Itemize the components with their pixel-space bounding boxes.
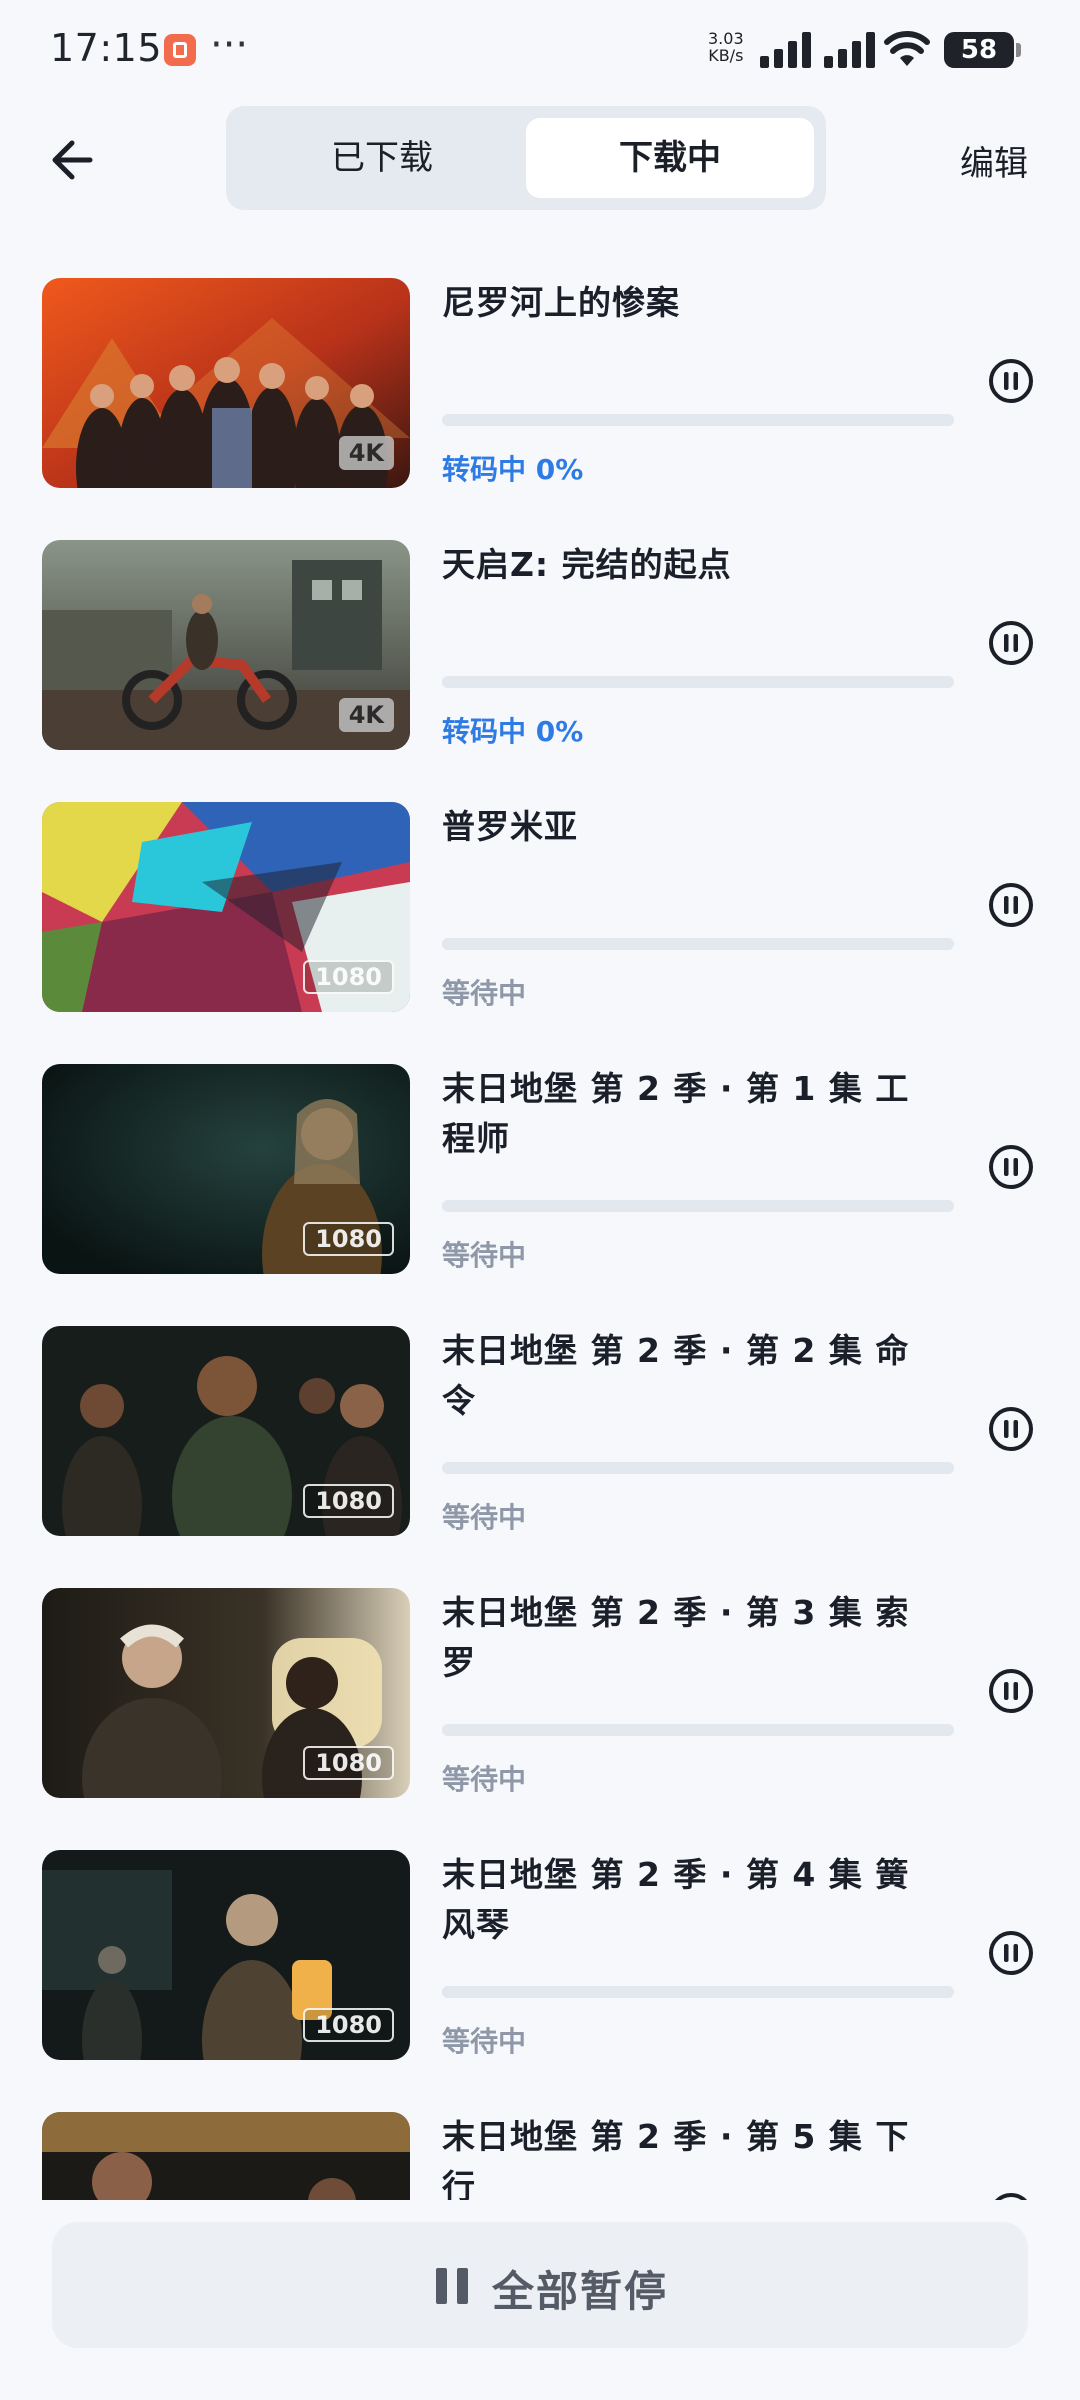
video-thumbnail: 4K [42,278,410,488]
pause-circle-icon[interactable] [988,1144,1034,1190]
back-arrow-icon[interactable] [44,130,104,190]
network-speed: 3.03 KB/s [708,30,744,64]
signal-icon-2 [824,32,875,68]
pause-circle-icon[interactable] [988,1406,1034,1452]
video-title: 末日地堡 第 2 季 · 第 2 集 命令 [442,1331,910,1420]
quality-badge: 1080 [303,2008,394,2042]
quality-badge: 1080 [303,1746,394,1780]
video-thumbnail: 1080 [42,802,410,1012]
video-title: 末日地堡 第 2 季 · 第 4 集 簧风琴 [442,1855,910,1944]
download-progress-bar [442,1200,954,1212]
list-item[interactable]: 1080 普罗米亚 等待中 [0,786,1080,1048]
pause-all-label: 全部暂停 [492,2267,669,2316]
download-status: 等待中 [442,1763,527,1796]
tab-downloaded[interactable]: 已下载 [238,118,526,198]
video-title: 普罗米亚 [442,807,578,846]
video-thumbnail: 1080 [42,1326,410,1536]
battery-icon: 58 [944,32,1021,68]
download-progress-bar [442,1724,954,1736]
download-progress-bar [442,1462,954,1474]
download-progress-bar [442,1986,954,1998]
pause-circle-icon[interactable] [988,882,1034,928]
pause-circle-icon[interactable] [988,1930,1034,1976]
tab-downloading[interactable]: 下载中 [526,118,814,198]
quality-badge: 1080 [303,1222,394,1256]
wifi-icon [884,31,930,66]
video-thumbnail: 4K [42,540,410,750]
list-item[interactable]: 1080 末日地堡 第 2 季 · 第 3 集 索罗 等待中 [0,1572,1080,1834]
download-status: 等待中 [442,2025,527,2058]
network-speed-unit: KB/s [708,46,744,65]
video-title: 尼罗河上的惨案 [442,283,680,322]
download-tabs: 已下载 下载中 [226,106,826,210]
video-thumbnail: 1080 [42,1588,410,1798]
list-item[interactable]: 1080 末日地堡 第 2 季 · 第 4 集 簧风琴 等待中 [0,1834,1080,2096]
download-status: 等待中 [442,977,527,1010]
video-title: 天启Z: 完结的起点 [442,545,732,584]
quality-badge: 1080 [303,1484,394,1518]
list-item[interactable]: 1080 末日地堡 第 2 季 · 第 2 集 命令 等待中 [0,1310,1080,1572]
pause-circle-icon[interactable] [988,1668,1034,1714]
pause-circle-icon[interactable] [988,358,1034,404]
download-status: 等待中 [442,1501,527,1534]
video-thumbnail: 1080 [42,1850,410,2060]
quality-badge: 1080 [303,960,394,994]
download-progress-bar [442,414,954,426]
pause-all-button[interactable]: 全部暂停 [52,2222,1028,2348]
edit-button[interactable]: 编辑 [960,136,1028,185]
quality-badge: 4K [338,698,394,732]
status-bar: 17:15 ··· 3.03 KB/s 58 [0,0,1080,100]
status-time: 17:15 [50,26,163,70]
download-progress-bar [442,938,954,950]
video-thumbnail: 1080 [42,1064,410,1274]
network-speed-value: 3.03 [708,29,744,48]
pause-icon [436,2268,468,2304]
list-item[interactable]: 4K 天启Z: 完结的起点 转码中 0% [0,524,1080,786]
signal-icon [760,32,811,68]
download-status: 转码中 0% [442,453,584,486]
pause-circle-icon[interactable] [988,620,1034,666]
more-notifications-icon: ··· [210,22,249,68]
list-item[interactable]: 1080 末日地堡 第 2 季 · 第 1 集 工程师 等待中 [0,1048,1080,1310]
download-progress-bar [442,676,954,688]
download-list: 4K 尼罗河上的惨案 转码中 0% 4K 天启Z: 完结的起点 转码中 0% 1… [0,262,1080,2220]
app-notification-icon [164,34,196,66]
quality-badge: 4K [338,436,394,470]
video-title: 末日地堡 第 2 季 · 第 3 集 索罗 [442,1593,910,1682]
list-item[interactable]: 4K 尼罗河上的惨案 转码中 0% [0,262,1080,524]
video-title: 末日地堡 第 2 季 · 第 5 集 下行 [442,2117,910,2206]
download-status: 等待中 [442,1239,527,1272]
download-status: 转码中 0% [442,715,584,748]
video-title: 末日地堡 第 2 季 · 第 1 集 工程师 [442,1069,910,1158]
